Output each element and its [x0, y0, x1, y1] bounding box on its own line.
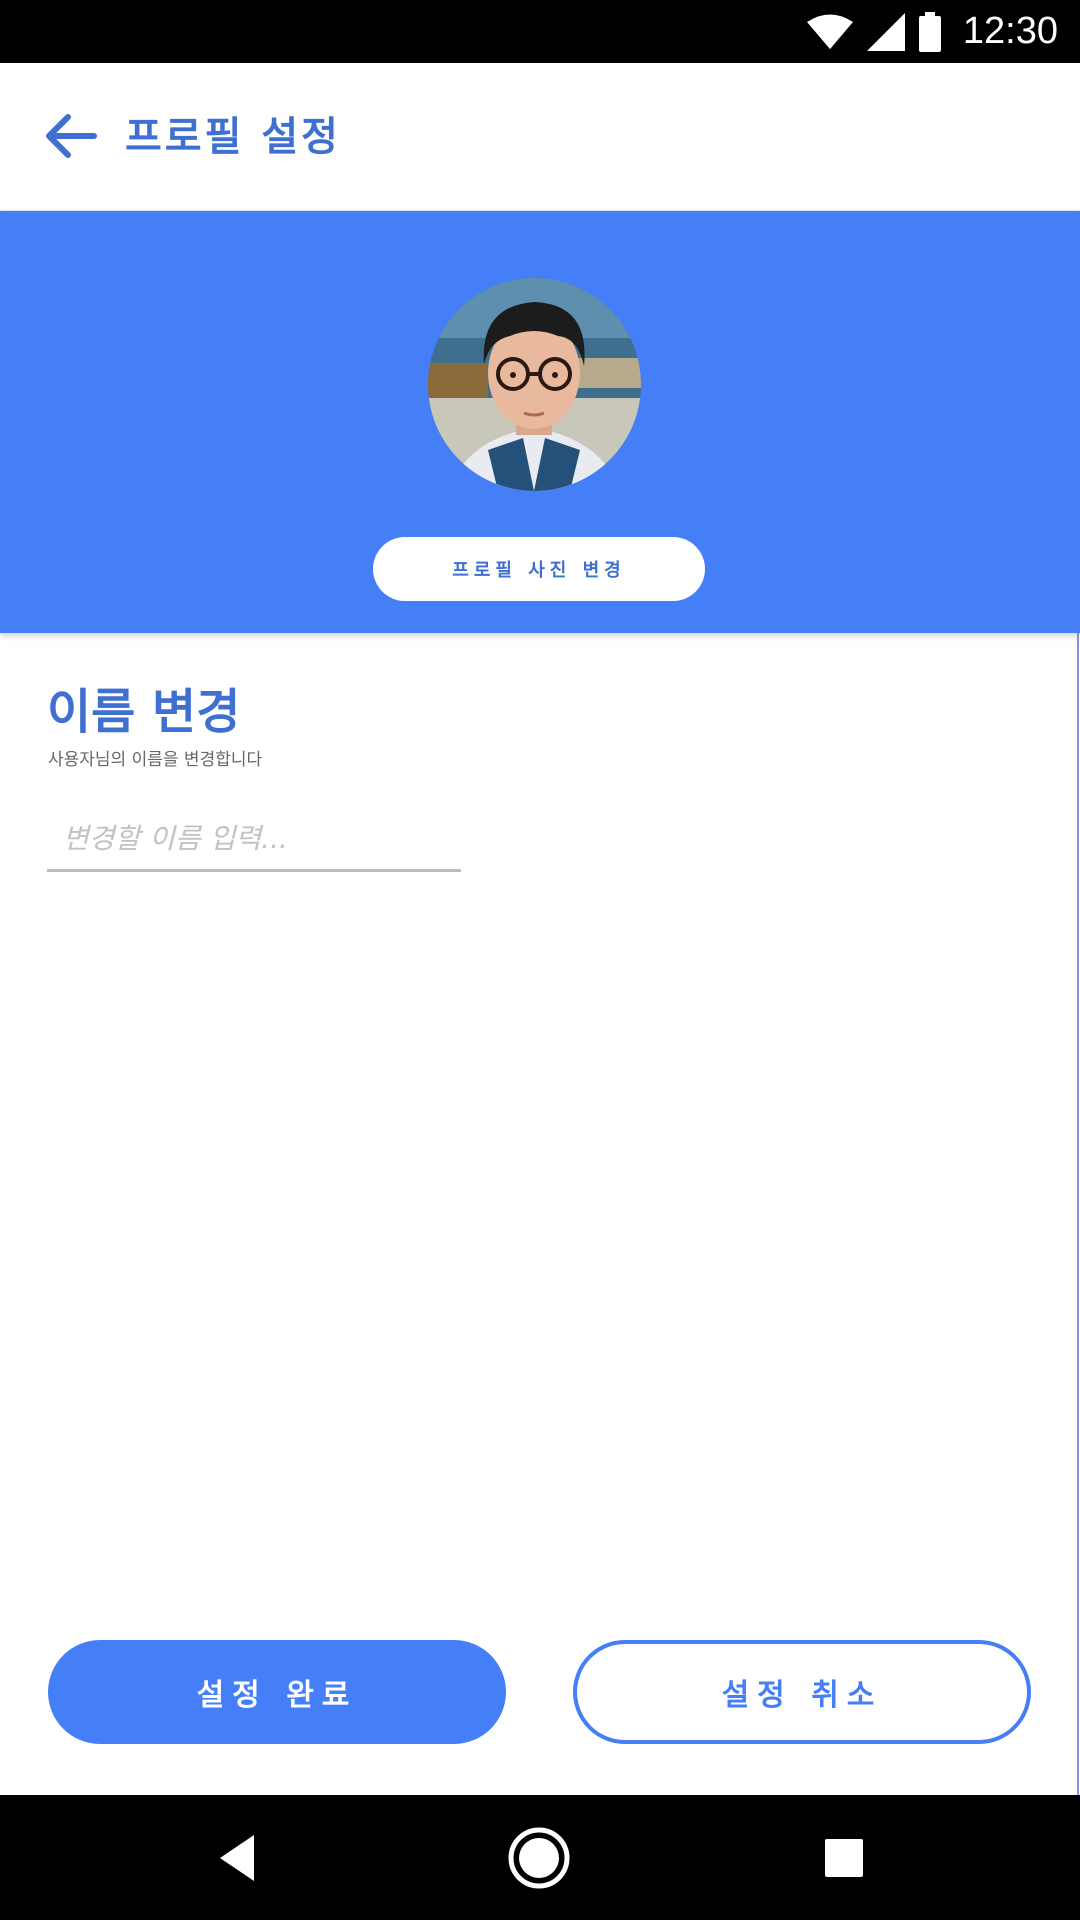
signal-icon	[866, 12, 905, 51]
nav-recents-icon	[825, 1839, 863, 1877]
cancel-button[interactable]: 설정 취소	[573, 1640, 1031, 1744]
navigation-bar	[0, 1795, 1080, 1920]
arrow-left-icon	[46, 114, 97, 158]
page-title: 프로필 설정	[125, 114, 341, 160]
name-input[interactable]	[47, 808, 461, 872]
wifi-icon	[806, 14, 853, 49]
profile-header: 프로필 사진 변경	[0, 211, 1080, 633]
status-icons: 12:30	[806, 0, 1058, 63]
battery-icon	[918, 11, 941, 52]
nav-home-icon	[508, 1827, 570, 1889]
edge-divider	[1077, 633, 1079, 1795]
confirm-button[interactable]: 설정 완료	[48, 1640, 506, 1744]
app-bar: 프로필 설정	[0, 63, 1080, 211]
name-section-title: 이름 변경	[47, 684, 241, 740]
back-button[interactable]	[44, 113, 98, 159]
name-section-description: 사용자님의 이름을 변경합니다	[48, 750, 263, 770]
nav-recents-button[interactable]	[811, 1825, 877, 1891]
change-photo-button[interactable]: 프로필 사진 변경	[373, 537, 705, 601]
nav-back-icon	[220, 1835, 254, 1881]
status-bar: 12:30	[0, 0, 1080, 63]
status-time: 12:30	[962, 10, 1058, 52]
avatar-photo	[428, 278, 641, 491]
nav-home-button[interactable]	[506, 1825, 572, 1891]
nav-back-button[interactable]	[206, 1825, 272, 1891]
avatar	[428, 278, 641, 491]
